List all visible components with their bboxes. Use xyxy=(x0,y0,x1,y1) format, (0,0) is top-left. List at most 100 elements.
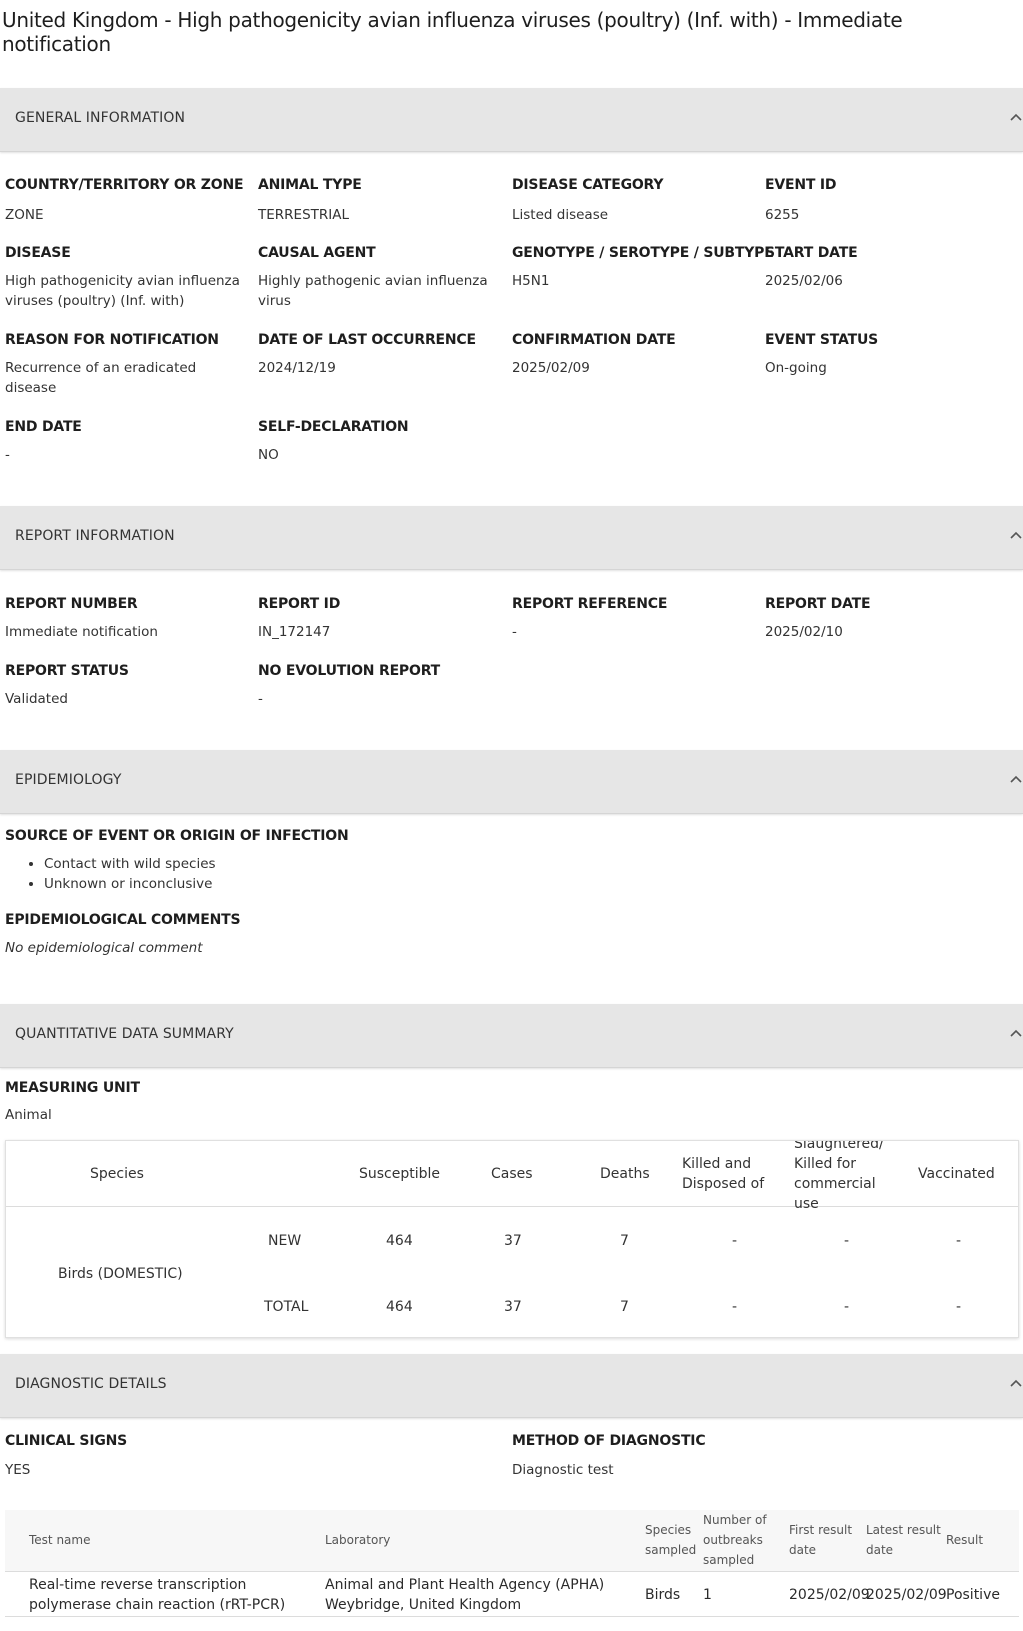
method-label: METHOD OF DIAGNOSTIC xyxy=(512,1433,706,1449)
new-slaughtered: - xyxy=(844,1233,850,1249)
col-killed: Killed and Disposed of xyxy=(682,1156,765,1192)
report-status-value: Validated xyxy=(5,691,68,707)
confirmation-value: 2025/02/09 xyxy=(512,360,590,376)
report-reference-value: - xyxy=(512,624,517,640)
new-killed: - xyxy=(732,1233,738,1249)
col-vaccinated: Vaccinated xyxy=(918,1166,995,1182)
country-value: ZONE xyxy=(5,207,44,223)
measuring-unit-label: MEASURING UNIT xyxy=(5,1080,140,1096)
section-header-general[interactable]: GENERAL INFORMATION xyxy=(0,88,1023,152)
latest-result-cell: 2025/02/09 xyxy=(866,1587,947,1603)
col-test-name: Test name xyxy=(29,1533,91,1547)
report-id-value: IN_172147 xyxy=(258,624,331,640)
row-divider xyxy=(5,1616,1019,1617)
col-slaughtered: Slaughtered/ Killed for commercial use xyxy=(794,1140,884,1212)
self-declaration-label: SELF-DECLARATION xyxy=(258,419,409,435)
section-title: QUANTITATIVE DATA SUMMARY xyxy=(15,1026,234,1042)
country-label: COUNTRY/TERRITORY OR ZONE xyxy=(5,177,244,193)
end-date-label: END DATE xyxy=(5,419,82,435)
disease-category-value: Listed disease xyxy=(512,207,609,223)
chevron-up-icon[interactable] xyxy=(1009,1376,1023,1390)
section-header-diagnostic[interactable]: DIAGNOSTIC DETAILS xyxy=(0,1354,1023,1418)
col-species: Species xyxy=(90,1166,144,1182)
list-item: Contact with wild species xyxy=(44,854,216,874)
start-date-value: 2025/02/06 xyxy=(765,273,843,289)
event-id-label: EVENT ID xyxy=(765,177,837,193)
causal-agent-label: CAUSAL AGENT xyxy=(258,245,376,261)
first-result-cell: 2025/02/09 xyxy=(789,1587,870,1603)
start-date-label: START DATE xyxy=(765,245,858,261)
chevron-up-icon[interactable] xyxy=(1009,772,1023,786)
disease-category-label: DISEASE CATEGORY xyxy=(512,177,664,193)
report-number-label: REPORT NUMBER xyxy=(5,596,138,612)
end-date-value: - xyxy=(5,447,10,463)
confirmation-label: CONFIRMATION DATE xyxy=(512,332,676,348)
event-status-value: On-going xyxy=(765,360,827,376)
total-susceptible: 464 xyxy=(386,1299,413,1315)
total-deaths: 7 xyxy=(620,1299,629,1315)
last-occurrence-value: 2024/12/19 xyxy=(258,360,336,376)
col-susceptible: Susceptible xyxy=(359,1166,441,1182)
chevron-up-icon[interactable] xyxy=(1009,528,1023,542)
row-label-new: NEW xyxy=(268,1233,302,1249)
measuring-unit-value: Animal xyxy=(5,1107,52,1123)
method-value: Diagnostic test xyxy=(512,1462,614,1478)
row-label-total: TOTAL xyxy=(264,1299,309,1315)
animal-type-value: TERRESTRIAL xyxy=(258,207,349,223)
report-id-label: REPORT ID xyxy=(258,596,341,612)
report-number-value: Immediate notification xyxy=(5,624,158,640)
reason-label: REASON FOR NOTIFICATION xyxy=(5,332,219,348)
chevron-up-icon[interactable] xyxy=(1009,1026,1023,1040)
epi-comments-label: EPIDEMIOLOGICAL COMMENTS xyxy=(5,912,241,928)
no-evolution-label: NO EVOLUTION REPORT xyxy=(258,663,440,679)
disease-value: High pathogenicity avian influenza virus… xyxy=(5,273,240,309)
section-title: REPORT INFORMATION xyxy=(15,528,175,544)
section-header-quantitative[interactable]: QUANTITATIVE DATA SUMMARY xyxy=(0,1004,1023,1068)
event-id-value: 6255 xyxy=(765,207,800,223)
no-evolution-value: - xyxy=(258,691,263,707)
table-header: Test name Laboratory Species sampled Num… xyxy=(5,1510,1019,1572)
disease-label: DISEASE xyxy=(5,245,71,261)
reason-value: Recurrence of an eradicated disease xyxy=(5,360,197,396)
source-label: SOURCE OF EVENT OR ORIGIN OF INFECTION xyxy=(5,828,349,844)
section-header-epidemiology[interactable]: EPIDEMIOLOGY xyxy=(0,750,1023,814)
chevron-up-icon[interactable] xyxy=(1009,110,1023,124)
epi-comments-value: No epidemiological comment xyxy=(5,940,203,956)
genotype-label: GENOTYPE / SEROTYPE / SUBTYPE xyxy=(512,245,774,261)
clinical-signs-label: CLINICAL SIGNS xyxy=(5,1433,128,1449)
section-title: DIAGNOSTIC DETAILS xyxy=(15,1376,167,1392)
report-date-value: 2025/02/10 xyxy=(765,624,843,640)
col-laboratory: Laboratory xyxy=(325,1533,391,1547)
causal-agent-value: Highly pathogenic avian influenza virus xyxy=(258,273,488,309)
total-cases: 37 xyxy=(504,1299,522,1315)
new-vaccinated: - xyxy=(956,1233,962,1249)
event-status-label: EVENT STATUS xyxy=(765,332,878,348)
report-reference-label: REPORT REFERENCE xyxy=(512,596,668,612)
list-item: Unknown or inconclusive xyxy=(44,874,216,894)
source-list: Contact with wild species Unknown or inc… xyxy=(44,854,216,894)
genotype-value: H5N1 xyxy=(512,273,550,289)
report-date-label: REPORT DATE xyxy=(765,596,871,612)
quantitative-table: Species Susceptible Cases Deaths Killed … xyxy=(5,1140,1019,1338)
species-name: Birds (DOMESTIC) xyxy=(58,1266,183,1282)
col-cases: Cases xyxy=(491,1166,533,1182)
diagnostic-table: Test name Laboratory Species sampled Num… xyxy=(5,1510,1019,1631)
clinical-signs-value: YES xyxy=(5,1462,31,1478)
col-result: Result xyxy=(946,1533,984,1547)
species-sampled-cell: Birds xyxy=(645,1587,681,1603)
col-latest-result: Latest result date xyxy=(866,1523,941,1557)
total-vaccinated: - xyxy=(956,1299,962,1315)
section-title: EPIDEMIOLOGY xyxy=(15,772,122,788)
new-cases: 37 xyxy=(504,1233,522,1249)
section-header-report[interactable]: REPORT INFORMATION xyxy=(0,506,1023,570)
section-title: GENERAL INFORMATION xyxy=(15,110,186,126)
col-species-sampled: Species sampled xyxy=(645,1523,697,1557)
laboratory-cell: Animal and Plant Health Agency (APHA) We… xyxy=(325,1577,605,1613)
new-deaths: 7 xyxy=(620,1233,629,1249)
self-declaration-value: NO xyxy=(258,447,279,463)
col-deaths: Deaths xyxy=(600,1166,650,1182)
table-header: Species Susceptible Cases Deaths Killed … xyxy=(6,1141,1018,1212)
new-susceptible: 464 xyxy=(386,1233,413,1249)
total-killed: - xyxy=(732,1299,738,1315)
last-occurrence-label: DATE OF LAST OCCURRENCE xyxy=(258,332,476,348)
